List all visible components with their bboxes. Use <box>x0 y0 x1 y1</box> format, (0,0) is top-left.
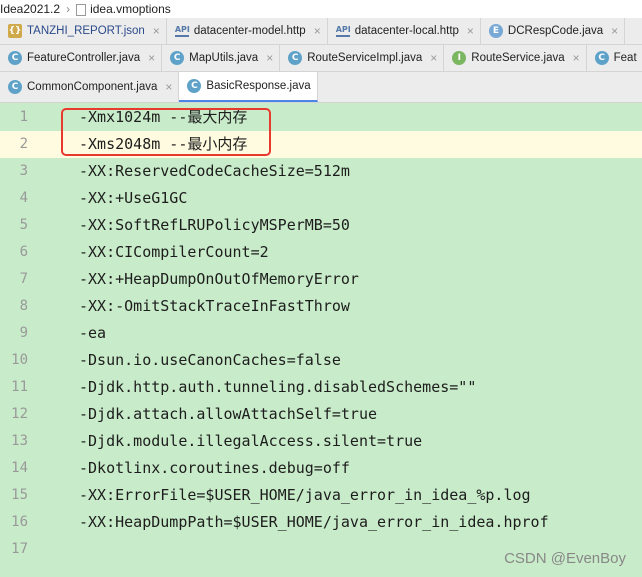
close-icon[interactable]: × <box>467 24 474 38</box>
close-icon[interactable]: × <box>266 51 273 65</box>
code-text[interactable]: -Djdk.attach.allowAttachSelf=true <box>79 401 377 428</box>
tab-commoncomponent[interactable]: C CommonComponent.java × <box>0 72 180 102</box>
tab-label: DCRespCode.java <box>507 25 604 37</box>
code-line[interactable]: 5 -XX:SoftRefLRUPolicyMSPerMB=50 <box>0 212 642 239</box>
interface-icon: I <box>452 51 467 65</box>
code-line[interactable]: 3 -XX:ReservedCodeCacheSize=512m <box>0 158 642 185</box>
breadcrumb: Idea2021.2 › idea.vmoptions <box>0 0 642 19</box>
tab-routeservice[interactable]: I RouteService.java × <box>444 45 587 71</box>
line-number: 10 <box>11 352 28 368</box>
class-icon: C <box>8 80 22 94</box>
code-text[interactable]: -Dsun.io.useCanonCaches=false <box>79 347 341 374</box>
editor-tabs-row-3: C CommonComponent.java × C BasicResponse… <box>0 72 642 103</box>
tab-label: BasicResponse.java <box>206 80 311 92</box>
tab-featurecontroller[interactable]: C FeatureController.java × <box>0 45 163 71</box>
line-number: 13 <box>11 433 28 449</box>
code-text[interactable]: -XX:CICompilerCount=2 <box>79 239 269 266</box>
line-number: 14 <box>11 460 28 476</box>
class-icon: C <box>288 51 303 65</box>
close-icon[interactable]: × <box>611 24 618 38</box>
code-text[interactable]: -XX:ReservedCodeCacheSize=512m <box>79 158 350 185</box>
tab-datacenter-local[interactable]: API datacenter-local.http × <box>328 18 481 44</box>
line-number: 1 <box>19 109 28 125</box>
code-text[interactable]: -ea <box>79 320 106 347</box>
tab-label: MapUtils.java <box>189 52 259 64</box>
code-line[interactable]: 15 -XX:ErrorFile=$USER_HOME/java_error_in… <box>0 482 642 509</box>
class-icon: C <box>187 79 202 93</box>
close-icon[interactable]: × <box>314 24 321 38</box>
code-text[interactable]: -XX:+UseG1GC <box>79 185 187 212</box>
code-text[interactable]: -XX:HeapDumpPath=$USER_HOME/java_error_i… <box>79 509 549 536</box>
tab-tanzhi-report[interactable]: {} TANZHI_REPORT.json × <box>0 18 167 44</box>
line-number: 3 <box>19 163 28 179</box>
code-text[interactable]: -Djdk.module.illegalAccess.silent=true <box>79 428 422 455</box>
api-file-icon: API <box>174 25 190 37</box>
code-line[interactable]: 4 -XX:+UseG1GC <box>0 185 642 212</box>
code-line[interactable]: 14 -Dkotlinx.coroutines.debug=off <box>0 455 642 482</box>
close-icon[interactable]: × <box>148 51 155 65</box>
code-line[interactable]: 16 -XX:HeapDumpPath=$USER_HOME/java_error… <box>0 509 642 536</box>
tab-label: RouteService.java <box>471 52 565 64</box>
line-number: 5 <box>19 217 28 233</box>
tab-label: CommonComponent.java <box>27 81 158 93</box>
breadcrumb-separator: › <box>66 2 71 16</box>
line-number: 2 <box>19 136 28 152</box>
close-icon[interactable]: × <box>573 51 580 65</box>
code-text[interactable]: -Djdk.http.auth.tunneling.disabledScheme… <box>79 374 476 401</box>
code-line[interactable]: 8 -XX:-OmitStackTraceInFastThrow <box>0 293 642 320</box>
code-line[interactable]: 13 -Djdk.module.illegalAccess.silent=true <box>0 428 642 455</box>
line-number: 11 <box>11 379 28 395</box>
line-number: 8 <box>19 298 28 314</box>
tab-datacenter-model[interactable]: API datacenter-model.http × <box>167 18 328 44</box>
code-line[interactable]: 12 -Djdk.attach.allowAttachSelf=true <box>0 401 642 428</box>
tab-basicresponse[interactable]: C BasicResponse.java <box>179 72 318 102</box>
code-line[interactable]: 7 -XX:+HeapDumpOnOutOfMemoryError <box>0 266 642 293</box>
code-text[interactable]: -XX:-OmitStackTraceInFastThrow <box>79 293 350 320</box>
breadcrumb-project[interactable]: Idea2021.2 <box>0 2 60 16</box>
class-icon: C <box>8 51 22 65</box>
tab-dcrespcode[interactable]: E DCRespCode.java × <box>481 18 626 44</box>
code-line[interactable]: 11 -Djdk.http.auth.tunneling.disabledSche… <box>0 374 642 401</box>
tab-label: datacenter-local.http <box>354 25 459 37</box>
line-number: 6 <box>19 244 28 260</box>
class-icon: C <box>170 51 185 65</box>
close-icon[interactable]: × <box>430 51 437 65</box>
breadcrumb-file[interactable]: idea.vmoptions <box>90 2 171 16</box>
file-icon <box>76 4 87 16</box>
editor-tabs-row-1: {} TANZHI_REPORT.json × API datacenter-m… <box>0 18 642 45</box>
code-editor[interactable]: 1 -Xmx1024m --最大内存 2 -Xms2048m --最小内存 3 -XX:R… <box>0 104 642 577</box>
watermark: CSDN @EvenBoy <box>504 550 626 567</box>
line-number: 15 <box>11 487 28 503</box>
close-icon[interactable]: × <box>153 24 160 38</box>
code-line[interactable]: 9 -ea <box>0 320 642 347</box>
tab-label: TANZHI_REPORT.json <box>27 25 145 37</box>
line-number: 16 <box>11 514 28 530</box>
close-icon[interactable]: × <box>165 80 172 94</box>
tab-label: RouteServiceImpl.java <box>307 52 423 64</box>
api-file-icon: API <box>335 25 351 37</box>
line-number: 12 <box>11 406 28 422</box>
line-number: 7 <box>19 271 28 287</box>
line-number: 4 <box>19 190 28 206</box>
editor-tabs-row-2: C FeatureController.java × C MapUtils.ja… <box>0 45 642 72</box>
line-number: 9 <box>19 325 28 341</box>
tab-label: FeatureController.java <box>27 52 141 64</box>
tab-maputils[interactable]: C MapUtils.java × <box>162 45 281 71</box>
class-icon: C <box>594 51 609 65</box>
json-file-icon: {} <box>8 24 22 38</box>
code-line[interactable]: 10 -Dsun.io.useCanonCaches=false <box>0 347 642 374</box>
code-text[interactable]: -XX:ErrorFile=$USER_HOME/java_error_in_i… <box>79 482 531 509</box>
line-number: 17 <box>11 541 28 557</box>
tab-routeserviceimpl[interactable]: C RouteServiceImpl.java × <box>280 45 445 71</box>
code-text[interactable]: -XX:+HeapDumpOnOutOfMemoryError <box>79 266 359 293</box>
code-text[interactable]: -XX:SoftRefLRUPolicyMSPerMB=50 <box>79 212 350 239</box>
code-line[interactable]: 6 -XX:CICompilerCount=2 <box>0 239 642 266</box>
tab-feat[interactable]: C Feat <box>587 45 642 71</box>
tab-label: datacenter-model.http <box>193 25 306 37</box>
tab-label: Feat <box>613 52 637 64</box>
code-text[interactable]: -Dkotlinx.coroutines.debug=off <box>79 455 350 482</box>
enum-icon: E <box>488 24 503 38</box>
annotation-highlight-box <box>61 108 271 156</box>
